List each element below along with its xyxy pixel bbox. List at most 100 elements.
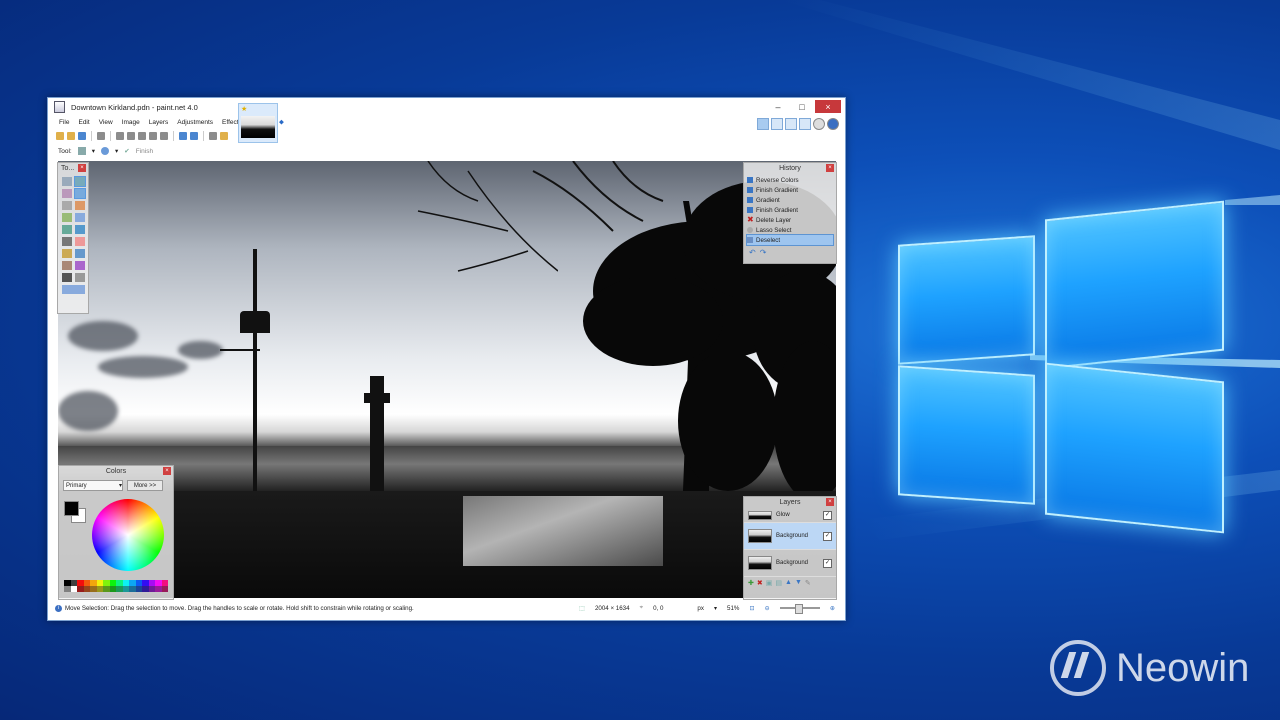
color-wheel[interactable] (92, 499, 164, 571)
units-dropdown[interactable]: px (697, 605, 704, 612)
close-button[interactable]: × (815, 100, 841, 113)
ellipse-select-tool-icon[interactable] (62, 201, 72, 210)
history-undo-icon[interactable]: ↶ (749, 248, 756, 257)
print-icon[interactable] (97, 132, 105, 140)
open-icon[interactable] (67, 132, 75, 140)
eraser-tool-icon[interactable] (75, 237, 85, 246)
tools-panel-header[interactable]: To... × (58, 163, 88, 174)
magic-wand-tool-icon[interactable] (62, 213, 72, 222)
colors-panel-toggle-icon[interactable] (799, 118, 811, 130)
history-panel-close-icon[interactable]: × (826, 164, 834, 172)
menu-view[interactable]: View (98, 118, 114, 127)
line-curve-tool-icon[interactable] (75, 273, 85, 282)
tools-panel-toggle-icon[interactable] (757, 118, 769, 130)
zoom-level[interactable]: 51% (727, 605, 739, 612)
move-selection-tool-icon[interactable] (77, 147, 86, 155)
color-palette[interactable] (64, 580, 168, 592)
deselect-toolbar-icon[interactable] (160, 132, 168, 140)
add-layer-icon[interactable]: ✚ (748, 579, 754, 587)
paintbrush-tool-icon[interactable] (62, 237, 72, 246)
zoom-slider[interactable] (779, 604, 820, 614)
history-item[interactable]: ✖ Delete Layer (747, 215, 833, 225)
minimize-button[interactable]: – (767, 100, 789, 113)
layer-visibility-checkbox[interactable]: ✓ (823, 531, 832, 541)
layer-row[interactable]: Background ✓ (744, 550, 836, 577)
menu-file[interactable]: File (58, 118, 70, 127)
history-item-selected[interactable]: Deselect (746, 234, 834, 246)
recolor-tool-icon[interactable] (75, 261, 85, 270)
color-mode-dropdown[interactable]: Primary ▾ (63, 480, 123, 491)
clone-stamp-tool-icon[interactable] (62, 261, 72, 270)
zoom-out-icon[interactable]: ⊖ (765, 605, 770, 612)
zoom-fit-icon[interactable]: ⊡ (749, 605, 754, 612)
more-button[interactable]: More >> (127, 480, 163, 491)
rectangle-select-tool-icon[interactable] (62, 177, 72, 186)
history-panel-toggle-icon[interactable] (771, 118, 783, 130)
settings-gear-icon[interactable] (813, 118, 825, 130)
image-canvas[interactable] (58, 161, 836, 598)
history-item[interactable]: Gradient (747, 195, 833, 205)
crop-icon[interactable] (149, 132, 157, 140)
save-icon[interactable] (78, 132, 86, 140)
layer-visibility-checkbox[interactable]: ✓ (823, 558, 832, 568)
text-tool-icon[interactable] (62, 273, 72, 282)
history-item[interactable]: Lasso Select (747, 225, 833, 235)
colors-panel-close-icon[interactable]: × (163, 467, 171, 475)
history-panel-header[interactable]: History × (744, 163, 836, 174)
layers-panel-toggle-icon[interactable] (785, 118, 797, 130)
undo-icon[interactable] (179, 132, 187, 140)
tools-panel-close-icon[interactable]: × (78, 164, 86, 172)
pan-tool-icon[interactable] (75, 201, 85, 210)
layer-row-selected[interactable]: Background ✓ (744, 523, 836, 550)
menu-layers[interactable]: Layers (148, 118, 170, 127)
delete-layer-icon[interactable]: ✖ (757, 579, 763, 587)
redo-icon[interactable] (190, 132, 198, 140)
zoom-in-icon[interactable]: ⊕ (830, 605, 835, 612)
title-bar[interactable]: Downtown Kirkland.pdn - paint.net 4.0 (48, 98, 845, 116)
new-icon[interactable] (56, 132, 64, 140)
layer-row[interactable]: Glow ✓ (744, 508, 836, 523)
thumbnail-image (241, 116, 275, 138)
layers-panel-close-icon[interactable]: × (826, 498, 834, 506)
finish-button[interactable]: Finish (136, 148, 153, 155)
history-item[interactable]: Finish Gradient (747, 205, 833, 215)
maximize-button[interactable]: □ (791, 100, 813, 113)
units-chevron-icon[interactable]: ▾ (714, 605, 717, 612)
layers-panel-header[interactable]: Layers × (744, 497, 836, 508)
menu-edit[interactable]: Edit (77, 118, 90, 127)
shapes-tool-icon[interactable] (62, 285, 85, 294)
menu-adjustments[interactable]: Adjustments (176, 118, 214, 127)
gradient-tool-icon[interactable] (75, 225, 85, 234)
move-layer-up-icon[interactable]: ▲ (785, 579, 792, 587)
primary-color-swatch[interactable] (64, 501, 79, 516)
ruler-icon[interactable] (220, 132, 228, 140)
lasso-select-tool-icon[interactable] (62, 189, 72, 198)
merge-layer-icon[interactable]: ▤ (775, 579, 782, 587)
history-item[interactable]: Finish Gradient (747, 185, 833, 195)
move-selected-pixels-tool-icon[interactable] (74, 176, 86, 187)
help-icon[interactable] (827, 118, 839, 130)
zoom-tool-icon[interactable] (75, 213, 85, 222)
history-item[interactable]: Reverse Colors (747, 175, 833, 185)
paint-bucket-tool-icon[interactable] (62, 225, 72, 234)
layer-visibility-checkbox[interactable]: ✓ (823, 510, 832, 520)
copy-icon[interactable] (127, 132, 135, 140)
move-layer-down-icon[interactable]: ▼ (795, 579, 802, 587)
color-picker-tool-icon[interactable] (75, 249, 85, 258)
pencil-tool-icon[interactable] (62, 249, 72, 258)
layer-properties-icon[interactable]: ✎ (805, 579, 811, 587)
cut-icon[interactable] (116, 132, 124, 140)
move-selection-tool-icon[interactable] (74, 188, 86, 199)
duplicate-layer-icon[interactable]: ▣ (766, 579, 773, 587)
grid-icon[interactable] (209, 132, 217, 140)
colors-panel-header[interactable]: Colors × (59, 466, 173, 477)
tool-dropdown-chevron-icon[interactable]: ▾ (92, 147, 95, 155)
quality-dropdown-chevron-icon[interactable]: ▾ (115, 147, 118, 155)
rendering-quality-icon[interactable] (101, 147, 109, 155)
paste-icon[interactable] (138, 132, 146, 140)
history-redo-icon[interactable]: ↷ (760, 248, 767, 257)
palette-swatch[interactable] (161, 586, 168, 592)
tab-scroll-icon[interactable]: ⬥ (279, 119, 284, 127)
menu-image[interactable]: Image (121, 118, 141, 127)
image-tab-thumbnail[interactable]: ★ (238, 103, 278, 143)
